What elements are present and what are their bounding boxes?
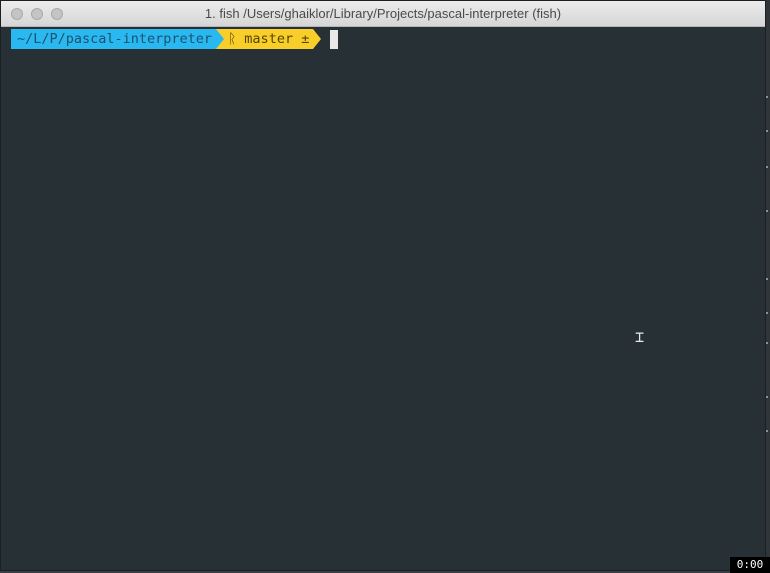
prompt-path-segment: ~/L/P/pascal-interpreter: [11, 29, 217, 49]
window-title: 1. fish /Users/ghaiklor/Library/Projects…: [204, 6, 562, 21]
terminal-window[interactable]: 1. fish /Users/ghaiklor/Library/Projects…: [0, 0, 766, 571]
shell-prompt: ~/L/P/pascal-interpreter ᚱ master ±: [11, 29, 339, 49]
powerline-arrow-icon: [313, 29, 322, 49]
recording-timer: 0:00: [730, 557, 770, 573]
terminal-area[interactable]: ~/L/P/pascal-interpreter ᚱ master ± ⌶: [1, 27, 765, 570]
title-bar[interactable]: 1. fish /Users/ghaiklor/Library/Projects…: [1, 1, 765, 27]
powerline-arrow-icon: [216, 29, 225, 49]
desktop: 1. fish /Users/ghaiklor/Library/Projects…: [0, 0, 770, 573]
prompt-git-segment: ᚱ master ±: [224, 29, 314, 49]
ibeam-pointer-icon: ⌶: [635, 328, 645, 346]
text-cursor: [330, 29, 339, 49]
